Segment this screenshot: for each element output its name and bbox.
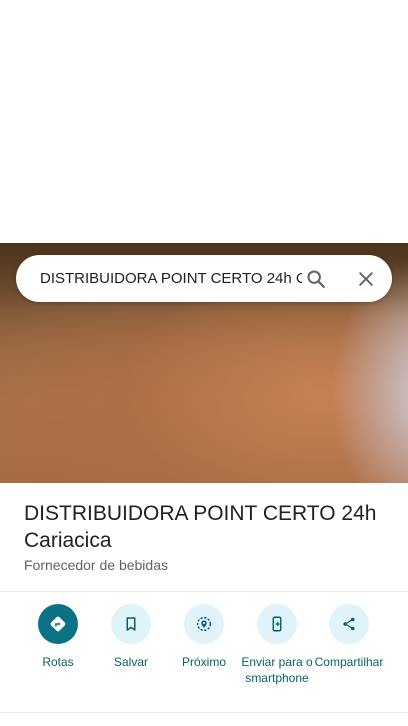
nearby-label: Próximo (181, 655, 226, 669)
save-button[interactable]: Salvar (94, 604, 168, 670)
blank-area (0, 0, 408, 243)
search-bar[interactable]: DISTRIBUIDORA POINT CERTO 24h C (16, 255, 392, 302)
save-circle (111, 604, 151, 644)
clear-button[interactable] (350, 263, 382, 295)
save-label: Salvar (113, 655, 148, 669)
directions-circle (38, 604, 78, 644)
send-to-phone-icon (272, 616, 282, 632)
place-category[interactable]: Fornecedor de bebidas (24, 556, 168, 574)
nearby-circle (184, 604, 224, 644)
divider (0, 712, 408, 713)
place-title: DISTRIBUIDORA POINT CERTO 24h Cariacica (24, 502, 377, 552)
divider (0, 591, 408, 592)
directions-label: Rotas (42, 655, 74, 669)
bookmark-icon (126, 617, 136, 631)
search-button[interactable] (300, 263, 332, 295)
directions-button[interactable]: Rotas (21, 604, 95, 670)
search-input[interactable]: DISTRIBUIDORA POINT CERTO 24h C (40, 269, 302, 289)
send-to-phone-circle (257, 604, 297, 644)
directions-icon (50, 616, 66, 632)
action-bar: Rotas Salvar Próximo Enviar para o smart… (0, 604, 408, 704)
close-icon (359, 272, 373, 286)
nearby-button[interactable]: Próximo (167, 604, 241, 670)
share-button[interactable]: Compartilhar (312, 604, 386, 670)
send-to-phone-button[interactable]: Enviar para o smartphone (240, 604, 314, 686)
search-icon (307, 270, 325, 288)
send-to-phone-label: Enviar para o smartphone (241, 655, 313, 685)
nearby-icon (196, 616, 212, 632)
share-circle (329, 604, 369, 644)
share-icon (343, 617, 355, 631)
share-label: Compartilhar (314, 655, 384, 669)
